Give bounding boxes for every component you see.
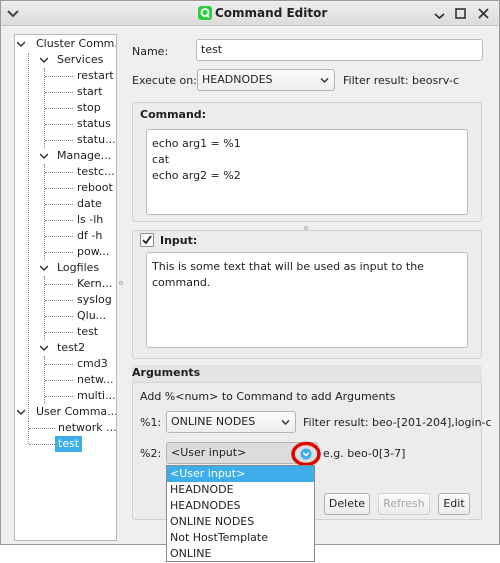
tree-item[interactable]: reboot [77,180,113,196]
name-input[interactable]: test [196,39,483,61]
splitter-handle[interactable] [119,281,123,285]
window-title: Command Editor [215,6,328,20]
checkmark-icon [142,235,152,245]
tree-item[interactable]: stop [77,100,101,116]
tree-item[interactable]: date [77,196,102,212]
dropdown-option[interactable]: ONLINE NODES [167,514,314,530]
maximize-icon[interactable] [452,5,469,22]
tree-guide-line [44,276,45,340]
delete-button[interactable]: Delete [324,493,370,515]
tree-item[interactable]: syslog [77,292,112,308]
tree-item[interactable]: test [77,324,98,340]
input-label: Input: [160,234,198,247]
execute-on-select[interactable]: HEADNODES [197,69,335,91]
execute-filter-result: Filter result: beosrv-c [343,74,460,87]
app-logo-icon [198,6,212,20]
command-editor-window: Command Editor Cluster Comm... Services … [0,0,500,545]
tree-item[interactable]: Qlu... [77,308,106,324]
arg1-filter-result: Filter result: beo-[201-204],login-c [303,416,492,429]
tree-group-services[interactable]: Services [57,52,103,68]
execute-on-value: HEADNODES [202,73,273,86]
tree-guide-line [28,53,29,421]
minimize-icon[interactable] [431,5,448,22]
refresh-button[interactable]: Refresh [378,493,430,515]
tree-item[interactable]: start [77,84,103,100]
command-textarea[interactable]: echo arg1 = %1 cat echo arg2 = %2 [146,129,468,215]
tree-group-test2[interactable]: test2 [57,340,85,356]
arg2-dropdown-list[interactable]: <User input> HEADNODE HEADNODES ONLINE N… [166,465,315,562]
name-label: Name: [132,45,169,58]
tree-item[interactable]: Kern... [77,276,112,292]
chevron-down-icon [320,77,329,84]
tree-item[interactable]: netw... [77,372,114,388]
tree-item[interactable]: statu... [77,132,116,148]
tree-item[interactable]: ls -lh [77,212,103,228]
input-checkbox[interactable] [140,233,154,247]
arg1-select[interactable]: ONLINE NODES [166,411,296,433]
expand-arrow-icon[interactable] [40,264,48,272]
expand-arrow-icon[interactable] [17,40,25,48]
tree-guide-line [28,420,29,444]
input-textarea[interactable]: This is some text that will be used as i… [146,252,468,348]
tree-root-user-commands[interactable]: User Comma... [36,404,116,420]
dropdown-option[interactable]: Not HostTemplate [167,530,314,546]
edit-button[interactable]: Edit [438,493,470,515]
dropdown-option[interactable]: HEADNODE [167,482,314,498]
expand-arrow-icon[interactable] [40,344,48,352]
tree-item[interactable]: status [77,116,111,132]
dropdown-option[interactable]: HEADNODES [167,498,314,514]
tree-root-cluster[interactable]: Cluster Comm... [36,36,116,52]
tree-item-selected[interactable]: test [55,436,83,452]
tree-guide-line [44,164,45,260]
tree-item[interactable]: cmd3 [77,356,108,372]
dropdown-option[interactable]: <User input> [167,466,314,482]
title-bar: Command Editor [1,1,499,26]
arg2-value: <User input> [171,446,247,459]
dropdown-highlight-ring [291,441,321,467]
arg1-label: %1: [140,416,162,429]
command-label: Command: [140,108,207,121]
arguments-hint: Add %<num> to Command to add Arguments [140,390,396,403]
expand-arrow-icon[interactable] [40,152,48,160]
close-icon[interactable] [475,5,492,22]
tree-group-manage[interactable]: Manage... [57,148,111,164]
chevron-down-icon [281,419,290,426]
expand-arrow-icon[interactable] [40,56,48,64]
tree-group-logfiles[interactable]: Logfiles [57,260,99,276]
tree-item[interactable]: pow... [77,244,109,260]
tree-item[interactable]: restart [77,68,114,84]
dropdown-option[interactable]: ONLINE [167,546,314,562]
tree-item[interactable]: multi... [77,388,116,404]
expand-arrow-icon[interactable] [17,408,25,416]
arg1-value: ONLINE NODES [171,415,256,428]
arg2-hint: e.g. beo-0[3-7] [323,447,406,460]
tree-item[interactable]: testc... [77,164,115,180]
arguments-label: Arguments [132,366,201,379]
execute-on-label: Execute on: [132,74,197,87]
tree-item[interactable]: network ... [58,420,116,436]
arg2-label: %2: [140,447,162,460]
command-tree[interactable]: Cluster Comm... Services restart start s… [14,34,117,541]
window-menu-icon[interactable] [5,6,21,22]
tree-item[interactable]: df -h [77,228,102,244]
